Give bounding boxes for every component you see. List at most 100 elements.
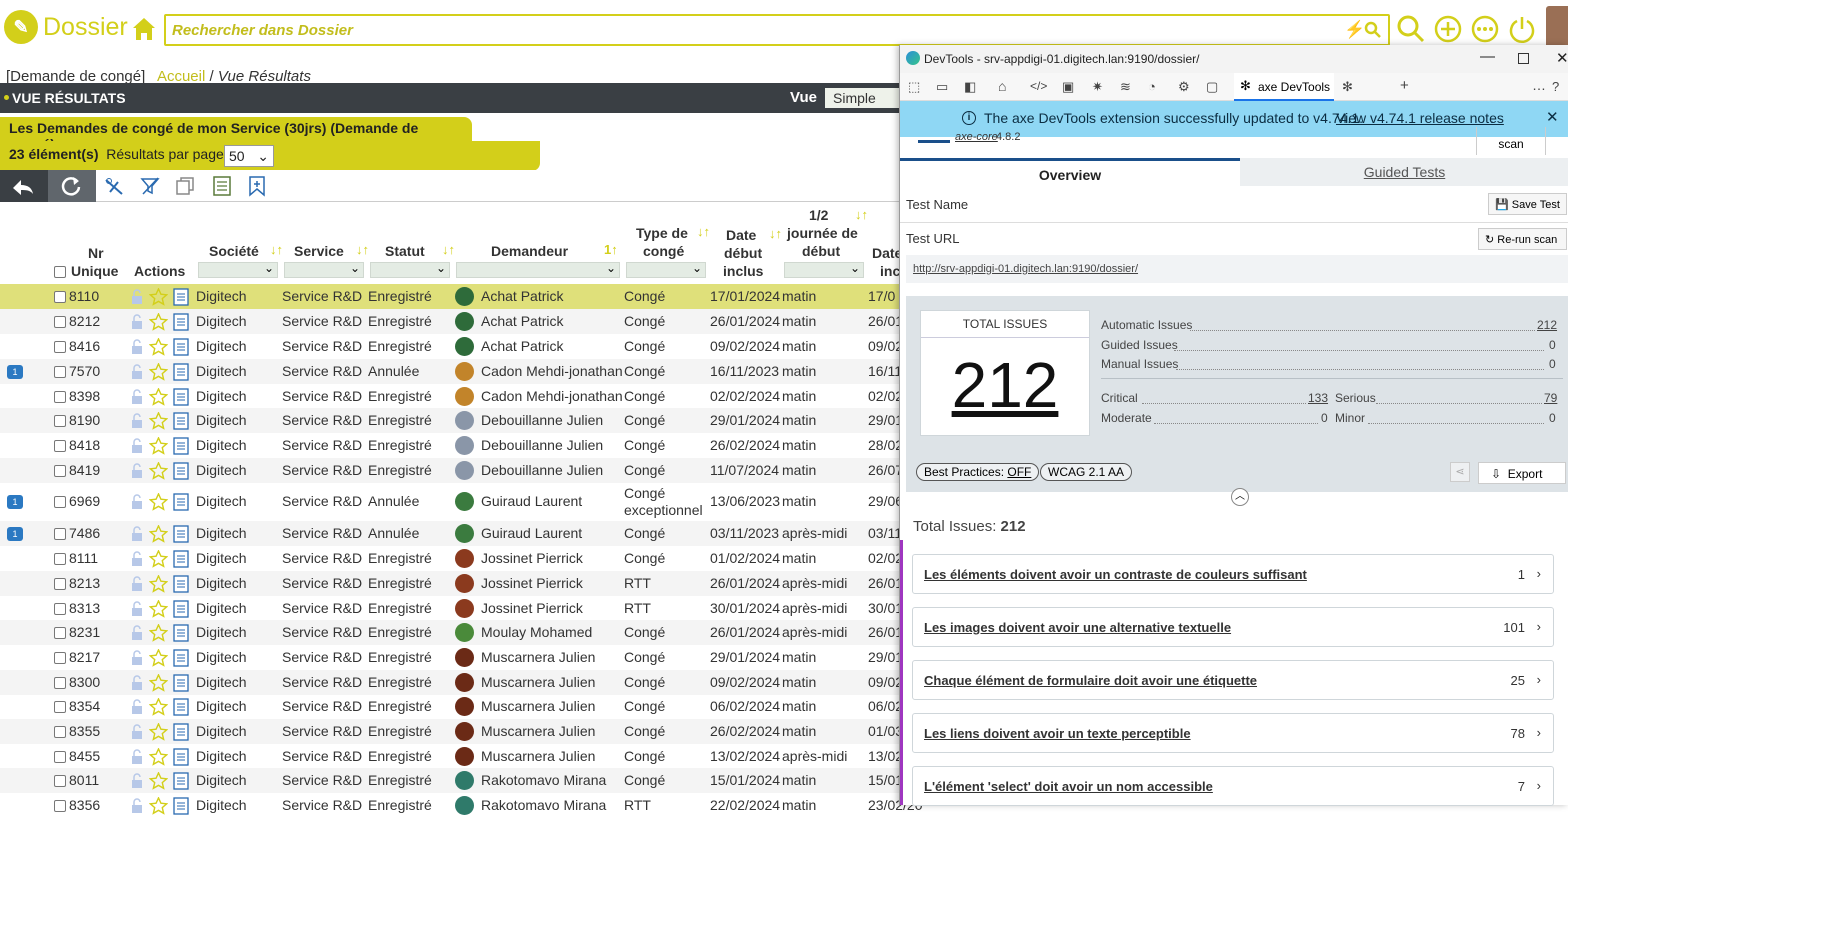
favorite-star-icon[interactable] xyxy=(148,697,169,716)
issue-label[interactable]: Les éléments doivent avoir un contraste … xyxy=(924,567,1307,582)
comment-badge-icon[interactable]: 1 xyxy=(7,495,23,509)
dossier-logo-icon[interactable]: ✎ xyxy=(4,10,38,44)
critical-value[interactable]: 133 xyxy=(1308,391,1328,405)
device-icon[interactable]: ▭ xyxy=(936,79,948,95)
col-date-line2[interactable]: début xyxy=(724,244,762,262)
memory-icon[interactable]: ⚙ xyxy=(1178,79,1190,95)
filter-half[interactable]: ⌄ xyxy=(784,261,864,278)
favorite-star-icon[interactable] xyxy=(148,747,169,766)
filter-statut[interactable]: ⌄ xyxy=(370,261,450,278)
user-avatar[interactable] xyxy=(1546,6,1568,48)
row-checkbox[interactable] xyxy=(54,775,66,787)
row-nr[interactable]: 8213 xyxy=(69,575,100,591)
document-icon[interactable] xyxy=(173,388,189,406)
favorite-star-icon[interactable] xyxy=(148,387,169,406)
unlock-icon[interactable] xyxy=(130,314,144,330)
favorite-star-icon[interactable] xyxy=(148,492,169,511)
filter-type[interactable]: ⌄ xyxy=(626,261,706,278)
row-nr[interactable]: 8455 xyxy=(69,748,100,764)
minimize-icon[interactable]: — xyxy=(1480,48,1495,65)
document-icon[interactable] xyxy=(173,363,189,381)
document-icon[interactable] xyxy=(173,525,189,543)
table-row[interactable]: 8416 Digitech Service R&D Enregistré Achat P… xyxy=(0,334,903,359)
row-checkbox[interactable] xyxy=(54,726,66,738)
row-checkbox[interactable] xyxy=(54,415,66,427)
refresh-button[interactable] xyxy=(48,170,96,202)
console-icon[interactable]: ▣ xyxy=(1062,79,1074,95)
issue-label[interactable]: Les images doivent avoir une alternative… xyxy=(924,620,1231,635)
unlock-icon[interactable] xyxy=(130,749,144,765)
sort-date-icon[interactable]: ↓↑ xyxy=(769,226,782,241)
row-nr[interactable]: 8355 xyxy=(69,723,100,739)
unlock-icon[interactable] xyxy=(130,675,144,691)
export-sheet-icon[interactable] xyxy=(212,175,232,197)
col-statut[interactable]: Statut xyxy=(385,242,425,260)
row-checkbox[interactable] xyxy=(54,751,66,763)
tab-overview[interactable]: Overview xyxy=(900,158,1240,186)
power-icon[interactable] xyxy=(1507,14,1537,44)
favorite-star-icon[interactable] xyxy=(148,771,169,790)
document-icon[interactable] xyxy=(173,772,189,790)
unlock-icon[interactable] xyxy=(130,551,144,567)
table-row[interactable]: 1 6969 Digitech Service R&D Annulée Guiraud L… xyxy=(0,483,903,521)
table-row[interactable]: 1 7570 Digitech Service R&D Annulée Cadon Meh… xyxy=(0,359,902,384)
row-nr[interactable]: 6969 xyxy=(69,493,100,509)
document-icon[interactable] xyxy=(173,797,189,815)
issue-row[interactable]: Chaque élément de formulaire doit avoir … xyxy=(912,660,1554,700)
comment-badge-icon[interactable]: 1 xyxy=(7,527,23,541)
issue-row[interactable]: Les images doivent avoir une alternative… xyxy=(912,607,1554,647)
table-row[interactable]: 8355 Digitech Service R&D Enregistré Muscarn… xyxy=(0,719,903,744)
row-nr[interactable]: 7570 xyxy=(69,363,100,379)
row-checkbox[interactable] xyxy=(54,627,66,639)
document-icon[interactable] xyxy=(173,624,189,642)
test-url-link[interactable]: http://srv-appdigi-01.digitech.lan:9190/… xyxy=(913,263,1138,275)
row-checkbox[interactable] xyxy=(54,578,66,590)
test-url-field[interactable]: http://srv-appdigi-01.digitech.lan:9190/… xyxy=(906,255,1568,283)
unlock-icon[interactable] xyxy=(130,289,144,305)
issue-row[interactable]: Les éléments doivent avoir un contraste … xyxy=(912,554,1554,594)
document-icon[interactable] xyxy=(173,698,189,716)
select-all-checkbox[interactable] xyxy=(54,266,66,278)
row-checkbox[interactable] xyxy=(54,496,66,508)
row-nr[interactable]: 8111 xyxy=(69,550,98,566)
unlock-icon[interactable] xyxy=(130,724,144,740)
row-checkbox[interactable] xyxy=(54,366,66,378)
document-icon[interactable] xyxy=(173,462,189,480)
performance-icon[interactable]: ◔ xyxy=(1148,79,1156,94)
unlock-icon[interactable] xyxy=(130,650,144,666)
table-row[interactable]: 1 7486 Digitech Service R&D Annulée Guiraud L… xyxy=(0,521,902,546)
sort-type-icon[interactable]: ↓↑ xyxy=(697,224,710,239)
extension-icon[interactable]: ✻ xyxy=(1342,79,1353,95)
application-icon[interactable]: ▢ xyxy=(1206,79,1218,95)
col-unique[interactable]: Unique xyxy=(71,262,118,280)
help-icon[interactable]: ? xyxy=(1552,79,1559,94)
chevron-right-icon[interactable]: › xyxy=(1537,725,1541,740)
issue-label[interactable]: Les liens doivent avoir un texte percept… xyxy=(924,726,1191,741)
comment-badge-icon[interactable]: 1 xyxy=(7,365,23,379)
document-icon[interactable] xyxy=(173,649,189,667)
row-nr[interactable]: 8300 xyxy=(69,674,100,690)
favorite-star-icon[interactable] xyxy=(148,549,169,568)
filter-societe[interactable]: ⌄ xyxy=(198,261,278,278)
unlock-icon[interactable] xyxy=(130,463,144,479)
search-input[interactable] xyxy=(166,16,1336,44)
row-nr[interactable]: 8313 xyxy=(69,600,100,616)
row-checkbox[interactable] xyxy=(54,528,66,540)
tab-guided-tests[interactable]: Guided Tests xyxy=(1240,158,1568,186)
row-checkbox[interactable] xyxy=(54,465,66,477)
row-nr[interactable]: 8217 xyxy=(69,649,100,665)
filter-service[interactable]: ⌄ xyxy=(284,261,364,278)
col-fin-line2[interactable]: inc xyxy=(880,262,900,280)
table-row[interactable]: 8111 Digitech Service R&D Enregistré Jossine… xyxy=(0,546,903,571)
table-row[interactable]: 8300 Digitech Service R&D Enregistré Muscarn… xyxy=(0,670,903,695)
row-checkbox[interactable] xyxy=(54,553,66,565)
collapse-icon[interactable]: ︿ xyxy=(1231,488,1249,506)
sort-half-icon[interactable]: ↓↑ xyxy=(855,207,868,222)
cut-filter-icon[interactable] xyxy=(104,176,124,196)
automatic-value[interactable]: 212 xyxy=(1537,318,1557,332)
more-tools-icon[interactable]: … xyxy=(1532,77,1546,93)
maximize-icon[interactable] xyxy=(1518,53,1529,64)
favorite-star-icon[interactable] xyxy=(148,796,169,815)
row-checkbox[interactable] xyxy=(54,291,66,303)
unlock-icon[interactable] xyxy=(130,494,144,510)
